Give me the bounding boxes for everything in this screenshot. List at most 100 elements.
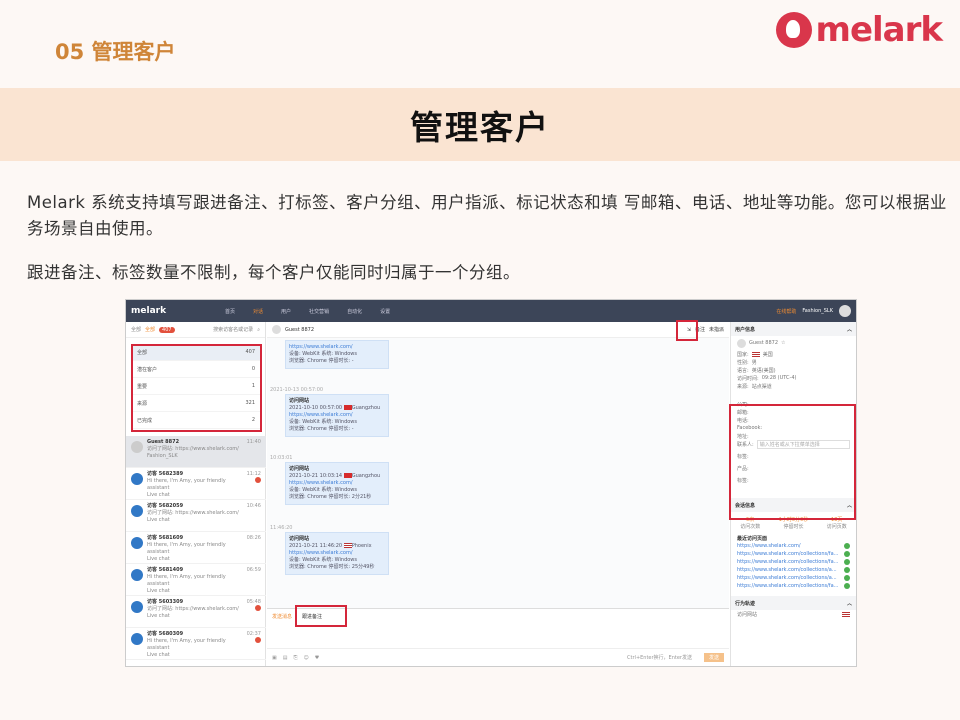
recent-page-item[interactable]: https://www.shelark.com/: [731, 542, 856, 550]
conversation-item[interactable]: 访客 5682059 访问了网站: https://www.shelark.com…: [126, 500, 266, 532]
attach-icon[interactable]: ⎘: [293, 655, 297, 661]
user-avatar[interactable]: [839, 305, 851, 317]
recent-page-item[interactable]: https://www.shelark.com/collections/fa..…: [731, 582, 856, 590]
avatar: [131, 569, 143, 581]
info-row: 语言: 英语(美国): [731, 366, 856, 374]
conversation-item[interactable]: 访客 5681609 Hi there, I'm Amy, your friend…: [126, 532, 266, 564]
star-icon[interactable]: ☆: [781, 340, 785, 346]
count-badge: [844, 583, 850, 589]
count-badge: [844, 575, 850, 581]
conv-msg: Hi there, I'm Amy, your friendly assista…: [147, 638, 226, 651]
behavior-label: 访问网站: [737, 611, 758, 618]
tab-send-message[interactable]: 发送消息: [272, 613, 292, 620]
visit-device: 设备: WebKit: [289, 487, 320, 493]
info-label: 来源:: [737, 383, 749, 390]
nav-users[interactable]: 用户: [281, 308, 291, 315]
recent-page-url[interactable]: https://www.shelark.com/collections/a...: [737, 575, 837, 581]
recent-page-item[interactable]: https://www.shelark.com/collections/fa..…: [731, 550, 856, 558]
nav-chat[interactable]: 对话: [253, 308, 263, 315]
recent-page-url[interactable]: https://www.shelark.com/collections/fa..…: [737, 583, 838, 589]
paragraph-1: Melark 系统支持填写跟进备注、打标签、客户分组、用户指派、标记状态和填 写…: [27, 193, 947, 238]
visit-card: 访问网站 2021-10-10 00:57:00 Guangzhou https…: [285, 394, 389, 437]
conv-name: 访客 5680309: [147, 631, 184, 637]
info-row: 国家: 美国: [731, 350, 856, 358]
folder-icon[interactable]: ▤: [283, 655, 288, 661]
conv-sub: Live chat: [147, 652, 170, 658]
visit-url[interactable]: https://www.shelark.com/: [289, 480, 385, 487]
recent-page-item[interactable]: https://www.shelark.com/collections/fa..…: [731, 558, 856, 566]
user-info-title: 用户信息: [735, 326, 756, 333]
visit-card: https://www.shelark.com/ 设备: WebKit 系统: …: [285, 340, 389, 369]
like-icon[interactable]: ♥: [315, 655, 319, 661]
recent-page-url[interactable]: https://www.shelark.com/collections/a...: [737, 567, 837, 573]
conv-name: 访客 5603309: [147, 599, 184, 605]
count-badge: [844, 543, 850, 549]
info-value: 09:28 (UTC-4): [761, 375, 797, 381]
filter-active-tab[interactable]: 全部: [145, 326, 155, 333]
recent-pages-title: 最近访问页面: [737, 535, 768, 542]
online-help-link[interactable]: 在线帮助: [776, 308, 796, 315]
image-icon[interactable]: ▣: [272, 655, 277, 661]
conv-time: 06:59: [246, 567, 261, 573]
chat-header: Guest 8872 ⇲ 备注 未指派: [267, 322, 729, 338]
time-stamp: 2021-10-13 00:57:00: [270, 387, 324, 393]
avatar: [737, 338, 746, 348]
visit-stay: 停留时长: -: [328, 358, 354, 364]
conv-name: 访客 5682059: [147, 503, 184, 509]
conv-msg: Hi there, I'm Amy, your friendly assista…: [147, 574, 226, 587]
unread-badge: [255, 605, 261, 611]
info-value: 站点渠道: [751, 383, 772, 390]
info-label: 国家:: [737, 351, 749, 358]
visit-url[interactable]: https://www.shelark.com/: [289, 412, 385, 419]
user-info-header: 用户信息 ︿: [731, 322, 856, 336]
count-badge: [844, 559, 850, 565]
tab-unassigned[interactable]: 未指派: [709, 326, 724, 333]
page-title: 管理客户: [410, 107, 550, 147]
visit-url[interactable]: https://www.shelark.com/: [289, 550, 385, 557]
conversation-item[interactable]: 访客 5603309 访问了网站: https://www.shelark.com…: [126, 596, 266, 628]
search-icon[interactable]: ⌕: [257, 327, 260, 333]
app-screenshot: melark 首页 对话 用户 社交营销 自动化 设置 在线帮助 Fashion…: [125, 299, 857, 667]
recent-page-url[interactable]: https://www.shelark.com/collections/fa..…: [737, 559, 838, 565]
filter-dropdown[interactable]: 全部: [131, 326, 141, 333]
user-info-panel: 用户信息 ︿ Guest 8872 ☆ 国家: 美国 性别: 男 语言: 英语(美国) …: [729, 322, 856, 666]
time-stamp: 10:03:01: [270, 455, 293, 461]
logo-text: melark: [815, 10, 943, 50]
info-label: 访问时间:: [737, 375, 759, 382]
visit-os: 系统: Windows: [321, 419, 357, 425]
topbar-right: 在线帮助 Fashion_SLK: [776, 305, 851, 317]
visit-city: Guangzhou: [351, 473, 381, 479]
send-button[interactable]: 发送: [703, 653, 724, 662]
collapse-icon[interactable]: ︿: [847, 600, 852, 607]
visit-url[interactable]: https://www.shelark.com/: [289, 344, 385, 351]
conversation-item[interactable]: 访客 5680309 Hi there, I'm Amy, your friend…: [126, 628, 266, 660]
chat-panel: Guest 8872 ⇲ 备注 未指派 https://www.shelark.…: [267, 320, 729, 666]
input-toolbar: ▣ ▤ ⎘ ☺ ♥ Ctrl+Enter换行，Enter发送 发送: [267, 648, 729, 666]
conv-msg: 访问了网站: https://www.shelark.com/: [147, 446, 239, 452]
store-name[interactable]: Fashion_SLK: [802, 308, 833, 314]
search-input[interactable]: 搜索访客名或记录: [213, 326, 253, 333]
title-banner: 管理客户: [0, 88, 960, 161]
conversation-item[interactable]: 访客 5682389 Hi there, I'm Amy, your friend…: [126, 468, 266, 500]
collapse-icon[interactable]: ︿: [847, 326, 852, 333]
conv-name: Guest 8872: [147, 439, 180, 445]
chat-header-name: Guest 8872: [285, 326, 314, 333]
conversation-item[interactable]: 访客 5681409 Hi there, I'm Amy, your friend…: [126, 564, 266, 596]
nav-home[interactable]: 首页: [225, 308, 235, 315]
unread-badge: [255, 477, 261, 483]
recent-page-item[interactable]: https://www.shelark.com/collections/a...: [731, 574, 856, 582]
recent-page-url[interactable]: https://www.shelark.com/collections/fa..…: [737, 551, 838, 557]
app-topbar: melark 首页 对话 用户 社交营销 自动化 设置 在线帮助 Fashion…: [126, 300, 856, 322]
nav-automation[interactable]: 自动化: [347, 308, 362, 315]
emoji-icon[interactable]: ☺: [303, 655, 308, 661]
visit-os: 系统: Windows: [321, 557, 357, 563]
behavior-title: 行为轨迹: [735, 600, 756, 607]
recent-page-url[interactable]: https://www.shelark.com/: [737, 543, 801, 549]
nav-settings[interactable]: 设置: [380, 308, 390, 315]
nav-social[interactable]: 社交营销: [309, 308, 329, 315]
conversation-item[interactable]: Guest 8872 访问了网站: https://www.shelark.com…: [126, 436, 266, 468]
conv-time: 02:37: [246, 631, 261, 637]
recent-page-item[interactable]: https://www.shelark.com/collections/a...: [731, 566, 856, 574]
time-stamp: 11:46:20: [270, 525, 293, 531]
visit-card: 访问网站 2021-10-21 11:46:20 Phoenix https:/…: [285, 532, 389, 575]
